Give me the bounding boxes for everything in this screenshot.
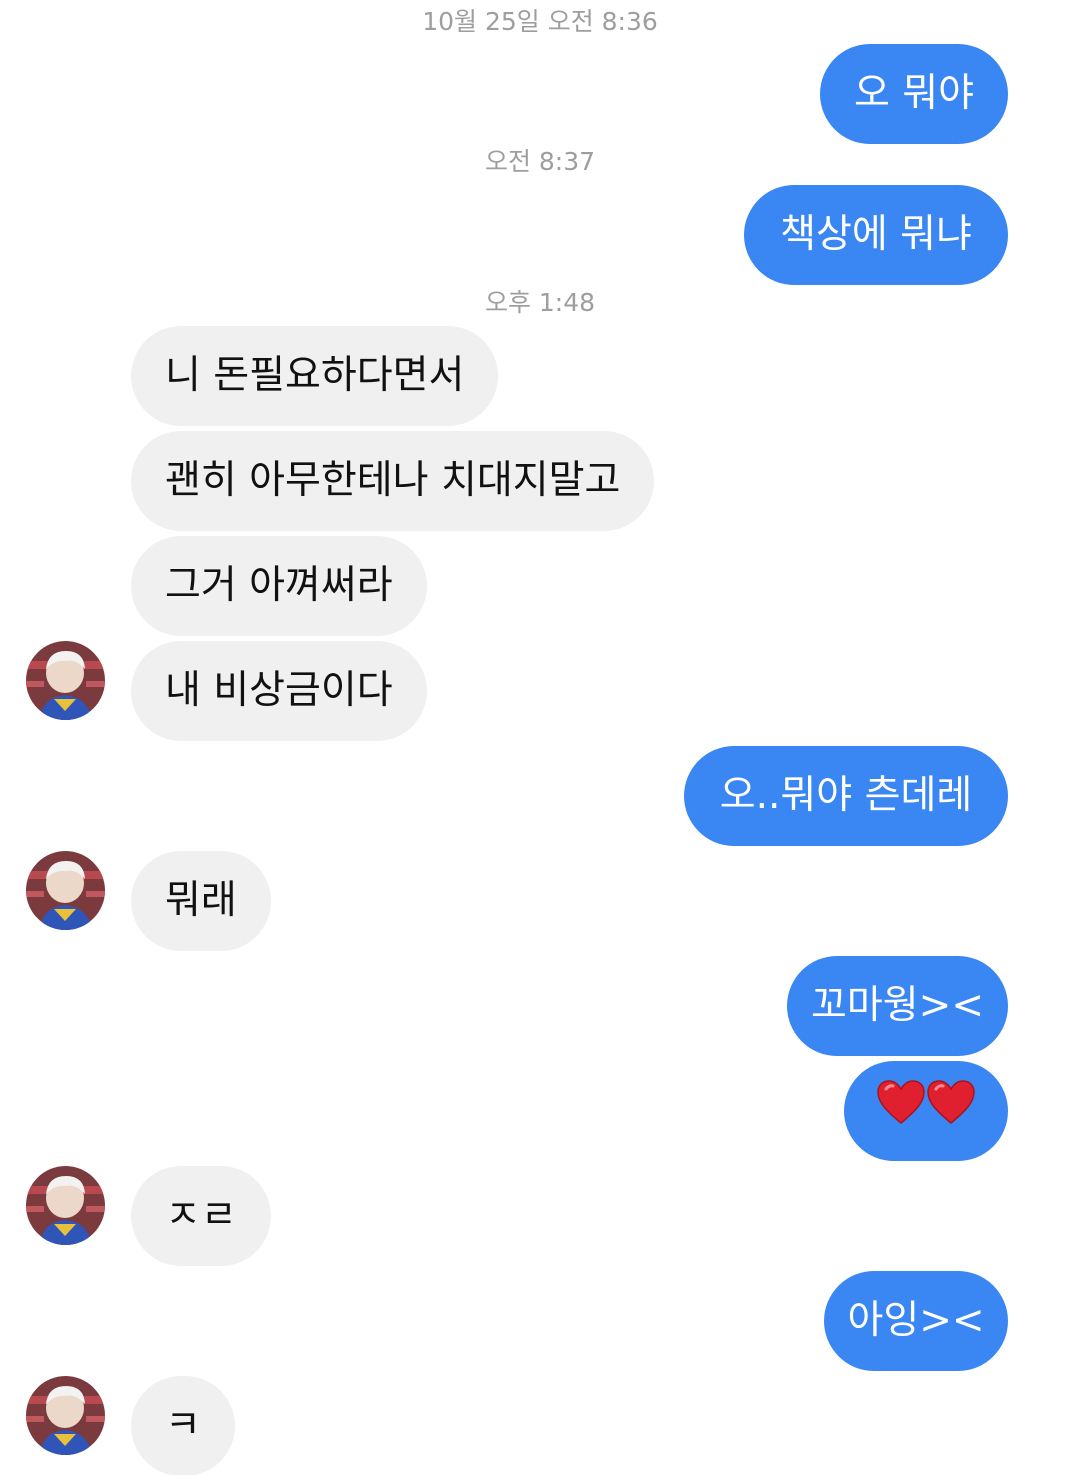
contact-avatar[interactable] — [26, 1376, 105, 1455]
chat-screen: 10월 25일 오전 8:36 오 뭐야 오전 8:37 책상에 뭐냐 오후 1… — [0, 0, 1080, 1475]
incoming-message-bubble[interactable]: ㅋ — [131, 1376, 235, 1475]
outgoing-message-bubble[interactable]: 꼬마웡>< — [787, 956, 1008, 1056]
outgoing-message-bubble[interactable] — [844, 1061, 1008, 1161]
timestamp: 10월 25일 오전 8:36 — [422, 7, 658, 36]
timestamp: 오전 8:37 — [484, 147, 596, 176]
contact-avatar[interactable] — [26, 641, 105, 720]
outgoing-message-bubble[interactable]: 아잉>< — [824, 1271, 1008, 1371]
user-avatar-photo-icon — [26, 1166, 105, 1245]
contact-avatar[interactable] — [26, 1166, 105, 1245]
outgoing-message-bubble[interactable]: 오 뭐야 — [820, 44, 1008, 144]
incoming-message-bubble[interactable]: 내 비상금이다 — [131, 641, 427, 741]
heart-emoji-icon — [926, 1063, 976, 1163]
user-avatar-photo-icon — [26, 1376, 105, 1455]
incoming-message-bubble[interactable]: 괜히 아무한테나 치대지말고 — [131, 431, 655, 531]
incoming-message-bubble[interactable]: 뭐래 — [131, 851, 271, 951]
outgoing-message-bubble[interactable]: 오..뭐야 츤데레 — [684, 746, 1008, 846]
user-avatar-photo-icon — [26, 851, 105, 930]
user-avatar-photo-icon — [26, 641, 105, 720]
incoming-message-bubble[interactable]: 니 돈필요하다면서 — [131, 326, 499, 426]
incoming-message-bubble[interactable]: 그거 아껴써라 — [131, 536, 427, 636]
timestamp: 오후 1:48 — [484, 288, 596, 317]
outgoing-message-bubble[interactable]: 책상에 뭐냐 — [744, 185, 1008, 285]
heart-emoji-icon — [876, 1063, 926, 1163]
incoming-message-bubble[interactable]: ㅈㄹ — [131, 1166, 271, 1266]
contact-avatar[interactable] — [26, 851, 105, 930]
